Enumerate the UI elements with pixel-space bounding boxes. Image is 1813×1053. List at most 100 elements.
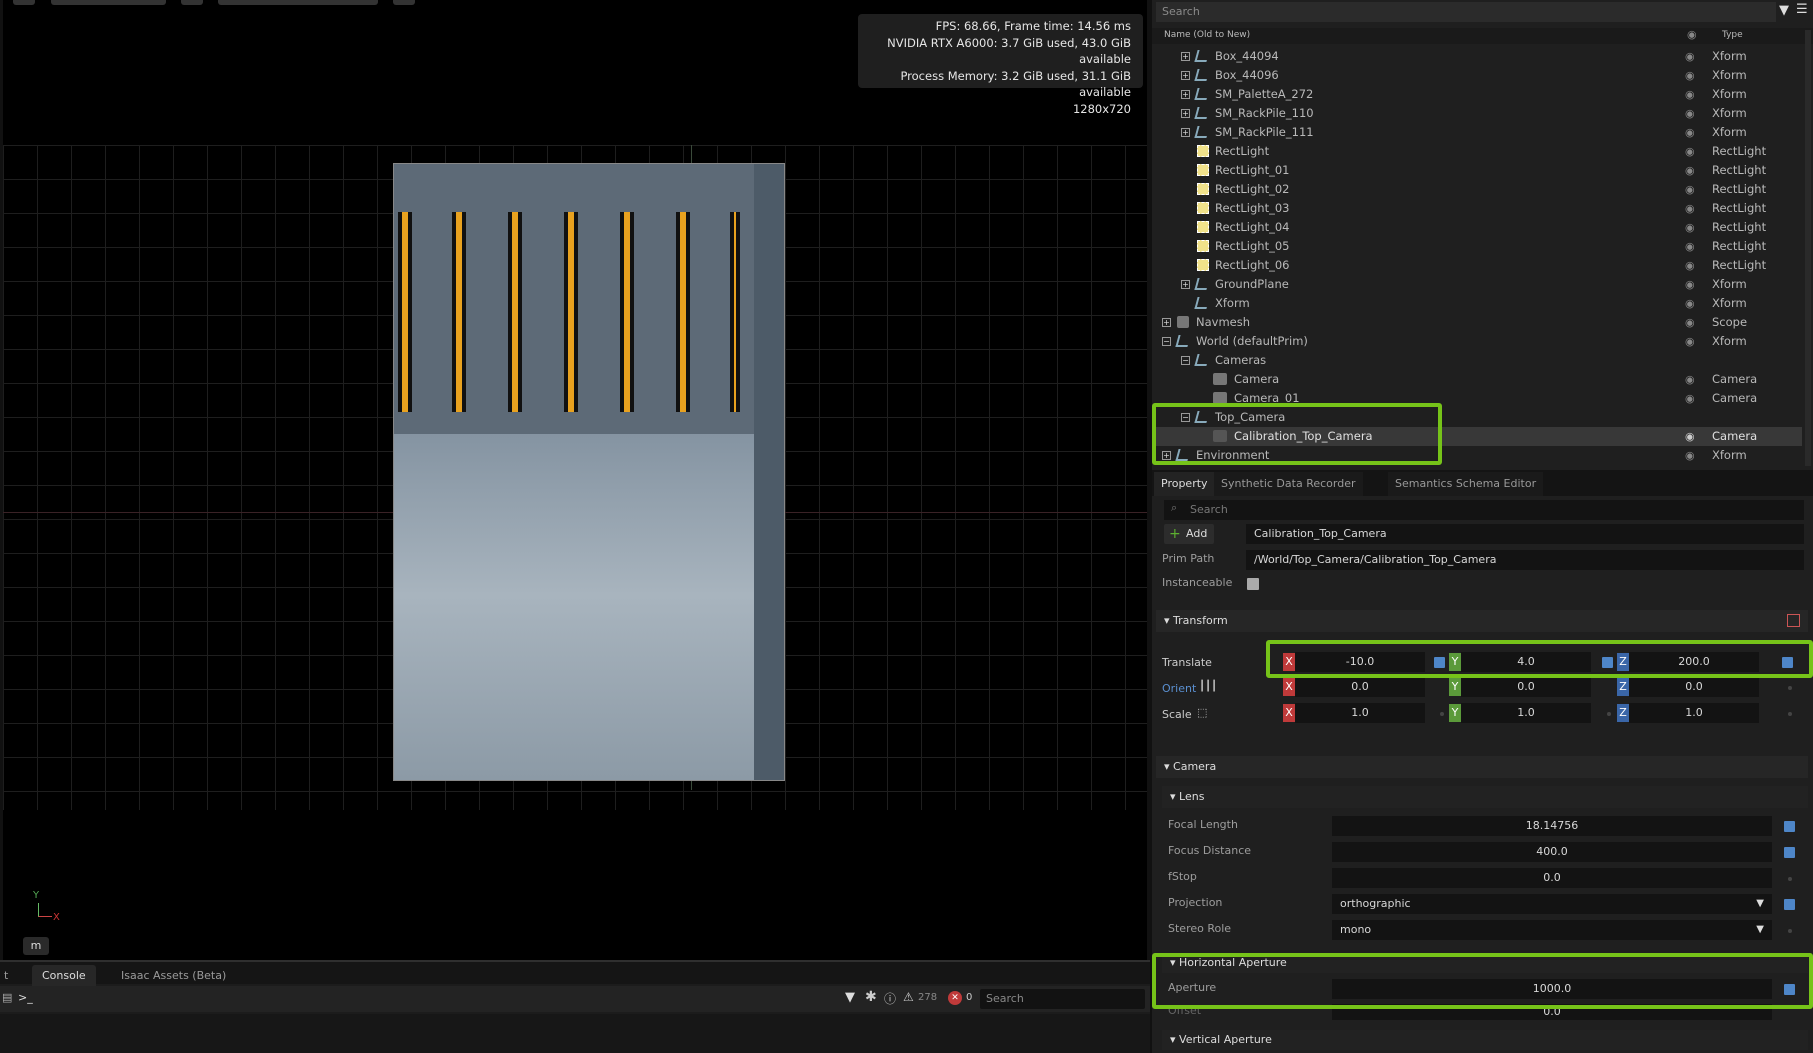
visibility-eye-icon[interactable]: ◉ (1685, 275, 1695, 294)
visibility-eye-icon[interactable]: ◉ (1685, 256, 1695, 275)
transform-section-header[interactable]: ▾ Transform (1156, 610, 1808, 632)
expand-icon[interactable]: + (1181, 71, 1190, 80)
visibility-eye-icon[interactable]: ◉ (1685, 313, 1695, 332)
visibility-eye-icon[interactable]: ◉ (1685, 370, 1695, 389)
visibility-eye-icon[interactable]: ◉ (1685, 389, 1695, 408)
visibility-eye-icon[interactable]: ◉ (1685, 427, 1695, 446)
visibility-eye-icon[interactable]: ◉ (1685, 123, 1695, 142)
visibility-eye-icon[interactable]: ◉ (1685, 142, 1695, 161)
camera-section-header[interactable]: ▾ Camera (1156, 756, 1808, 778)
viewport[interactable]: FPS: 68.66, Frame time: 14.56 ms NVIDIA … (3, 0, 1147, 960)
stage-row-cameras[interactable]: − Cameras (1152, 351, 1802, 370)
keyframe-icon[interactable] (1784, 821, 1795, 832)
focus-distance-field[interactable]: 400.0 (1332, 842, 1772, 862)
orient-label[interactable]: Orient (1162, 682, 1196, 695)
warning-icon[interactable]: ⚠ (903, 990, 914, 1004)
fstop-field[interactable]: 0.0 (1332, 868, 1772, 888)
scale-x-field[interactable]: 1.0 (1295, 703, 1425, 723)
orient-y-field[interactable]: 0.0 (1461, 677, 1591, 697)
expand-icon[interactable]: + (1181, 52, 1190, 61)
stage-row-world[interactable]: − World (defaultPrim) ◉ Xform (1152, 332, 1802, 351)
property-search-input[interactable]: Search (1164, 500, 1804, 520)
viewport-menu-button[interactable] (13, 0, 35, 5)
expand-icon[interactable]: + (1181, 128, 1190, 137)
viewport-renderer-dropdown[interactable] (51, 0, 166, 5)
keyframe-dot-icon[interactable] (1607, 712, 1611, 716)
keyframe-dot-icon[interactable] (1788, 929, 1792, 933)
filter-icon[interactable]: ▼ (1779, 3, 1789, 18)
orient-mode-icon[interactable]: ┃┃┃ (1199, 681, 1217, 692)
visibility-eye-icon[interactable]: ◉ (1685, 161, 1695, 180)
expand-icon[interactable]: + (1181, 109, 1190, 118)
warehouse-scene[interactable] (393, 163, 785, 781)
tab-property[interactable]: Property (1154, 472, 1215, 496)
prim-name-field[interactable]: Calibration_Top_Camera (1246, 524, 1804, 544)
tab-isaac-assets[interactable]: Isaac Assets (Beta) (111, 965, 236, 986)
name-column-header[interactable]: Name (Old to New) (1164, 30, 1250, 40)
tab-content[interactable]: t (0, 965, 18, 986)
visibility-eye-icon[interactable]: ◉ (1685, 66, 1695, 85)
visibility-eye-icon[interactable]: ◉ (1685, 218, 1695, 237)
viewport-camera-dropdown[interactable] (218, 0, 378, 5)
visibility-eye-icon[interactable]: ◉ (1685, 104, 1695, 123)
stage-row-rectlight-05[interactable]: RectLight_05 ◉ RectLight (1152, 237, 1802, 256)
expand-icon[interactable]: + (1181, 90, 1190, 99)
scale-y-field[interactable]: 1.0 (1461, 703, 1591, 723)
instanceable-checkbox[interactable] (1247, 578, 1259, 590)
tab-semantics-schema-editor[interactable]: Semantics Schema Editor (1388, 472, 1544, 496)
stage-row-box-44096[interactable]: + Box_44096 ◉ Xform (1152, 66, 1802, 85)
keyframe-dot-icon[interactable] (1788, 686, 1792, 690)
add-button[interactable]: + Add (1164, 524, 1214, 544)
viewport-settings-icon[interactable] (393, 0, 415, 5)
stage-row-sm-rackpile-110[interactable]: + SM_RackPile_110 ◉ Xform (1152, 104, 1802, 123)
stage-row-rectlight-02[interactable]: RectLight_02 ◉ RectLight (1152, 180, 1802, 199)
stage-search-input[interactable]: Search (1156, 2, 1776, 22)
stage-row-rectlight-01[interactable]: RectLight_01 ◉ RectLight (1152, 161, 1802, 180)
visibility-eye-icon[interactable]: ◉ (1685, 237, 1695, 256)
viewport-mode-button[interactable]: m (23, 937, 49, 955)
visibility-eye-icon[interactable]: ◉ (1685, 294, 1695, 313)
keyframe-dot-icon[interactable] (1440, 712, 1444, 716)
stage-row-camera[interactable]: Camera ◉ Camera (1152, 370, 1802, 389)
stage-row-box-44094[interactable]: + Box_44094 ◉ Xform (1152, 47, 1802, 66)
keyframe-icon[interactable] (1784, 847, 1795, 858)
tab-console[interactable]: Console (32, 965, 96, 986)
expand-icon[interactable]: + (1181, 280, 1190, 289)
stage-row-rectlight-03[interactable]: RectLight_03 ◉ RectLight (1152, 199, 1802, 218)
tab-synthetic-data-recorder[interactable]: Synthetic Data Recorder (1214, 472, 1363, 496)
clear-icon[interactable]: ✱ (865, 989, 877, 1005)
visibility-eye-icon[interactable]: ◉ (1685, 180, 1695, 199)
visibility-eye-icon[interactable]: ◉ (1685, 332, 1695, 351)
visibility-eye-icon[interactable]: ◉ (1685, 85, 1695, 104)
stage-scrollbar[interactable] (1805, 30, 1811, 466)
console-search-input[interactable]: Search (980, 989, 1145, 1009)
filter-icon[interactable]: ▼ (845, 990, 855, 1005)
stage-row-xform[interactable]: Xform ◉ Xform (1152, 294, 1802, 313)
folder-icon[interactable]: ▤ (2, 991, 12, 1004)
error-icon[interactable]: ✕ (948, 991, 962, 1005)
collapse-icon[interactable]: − (1162, 337, 1171, 346)
keyframe-dot-icon[interactable] (1788, 877, 1792, 881)
stereo-role-dropdown[interactable]: mono ▼ (1332, 920, 1772, 940)
options-icon[interactable]: ☰ (1796, 2, 1808, 17)
keyframe-dot-icon[interactable] (1788, 712, 1792, 716)
info-icon[interactable]: ⓘ (884, 990, 896, 1007)
visibility-eye-icon[interactable]: ◉ (1685, 446, 1695, 465)
stage-row-groundplane[interactable]: + GroundPlane ◉ Xform (1152, 275, 1802, 294)
vertical-aperture-section-header[interactable]: ▾ Vertical Aperture (1162, 1030, 1808, 1050)
viewport-camera-icon[interactable] (181, 0, 203, 5)
stage-row-rectlight-06[interactable]: RectLight_06 ◉ RectLight (1152, 256, 1802, 275)
visibility-eye-icon[interactable]: ◉ (1685, 47, 1695, 66)
orient-z-field[interactable]: 0.0 (1629, 677, 1759, 697)
stage-row-navmesh[interactable]: + Navmesh ◉ Scope (1152, 313, 1802, 332)
stage-row-sm-palettea-272[interactable]: + SM_PaletteA_272 ◉ Xform (1152, 85, 1802, 104)
stage-row-sm-rackpile-111[interactable]: + SM_RackPile_111 ◉ Xform (1152, 123, 1802, 142)
keyframe-icon[interactable] (1784, 899, 1795, 910)
stage-row-rectlight-04[interactable]: RectLight_04 ◉ RectLight (1152, 218, 1802, 237)
visibility-eye-icon[interactable]: ◉ (1685, 199, 1695, 218)
collapse-icon[interactable]: − (1181, 356, 1190, 365)
scale-z-field[interactable]: 1.0 (1629, 703, 1759, 723)
stage-row-rectlight[interactable]: RectLight ◉ RectLight (1152, 142, 1802, 161)
projection-dropdown[interactable]: orthographic ▼ (1332, 894, 1772, 914)
transform-reset-icon[interactable] (1787, 614, 1800, 627)
